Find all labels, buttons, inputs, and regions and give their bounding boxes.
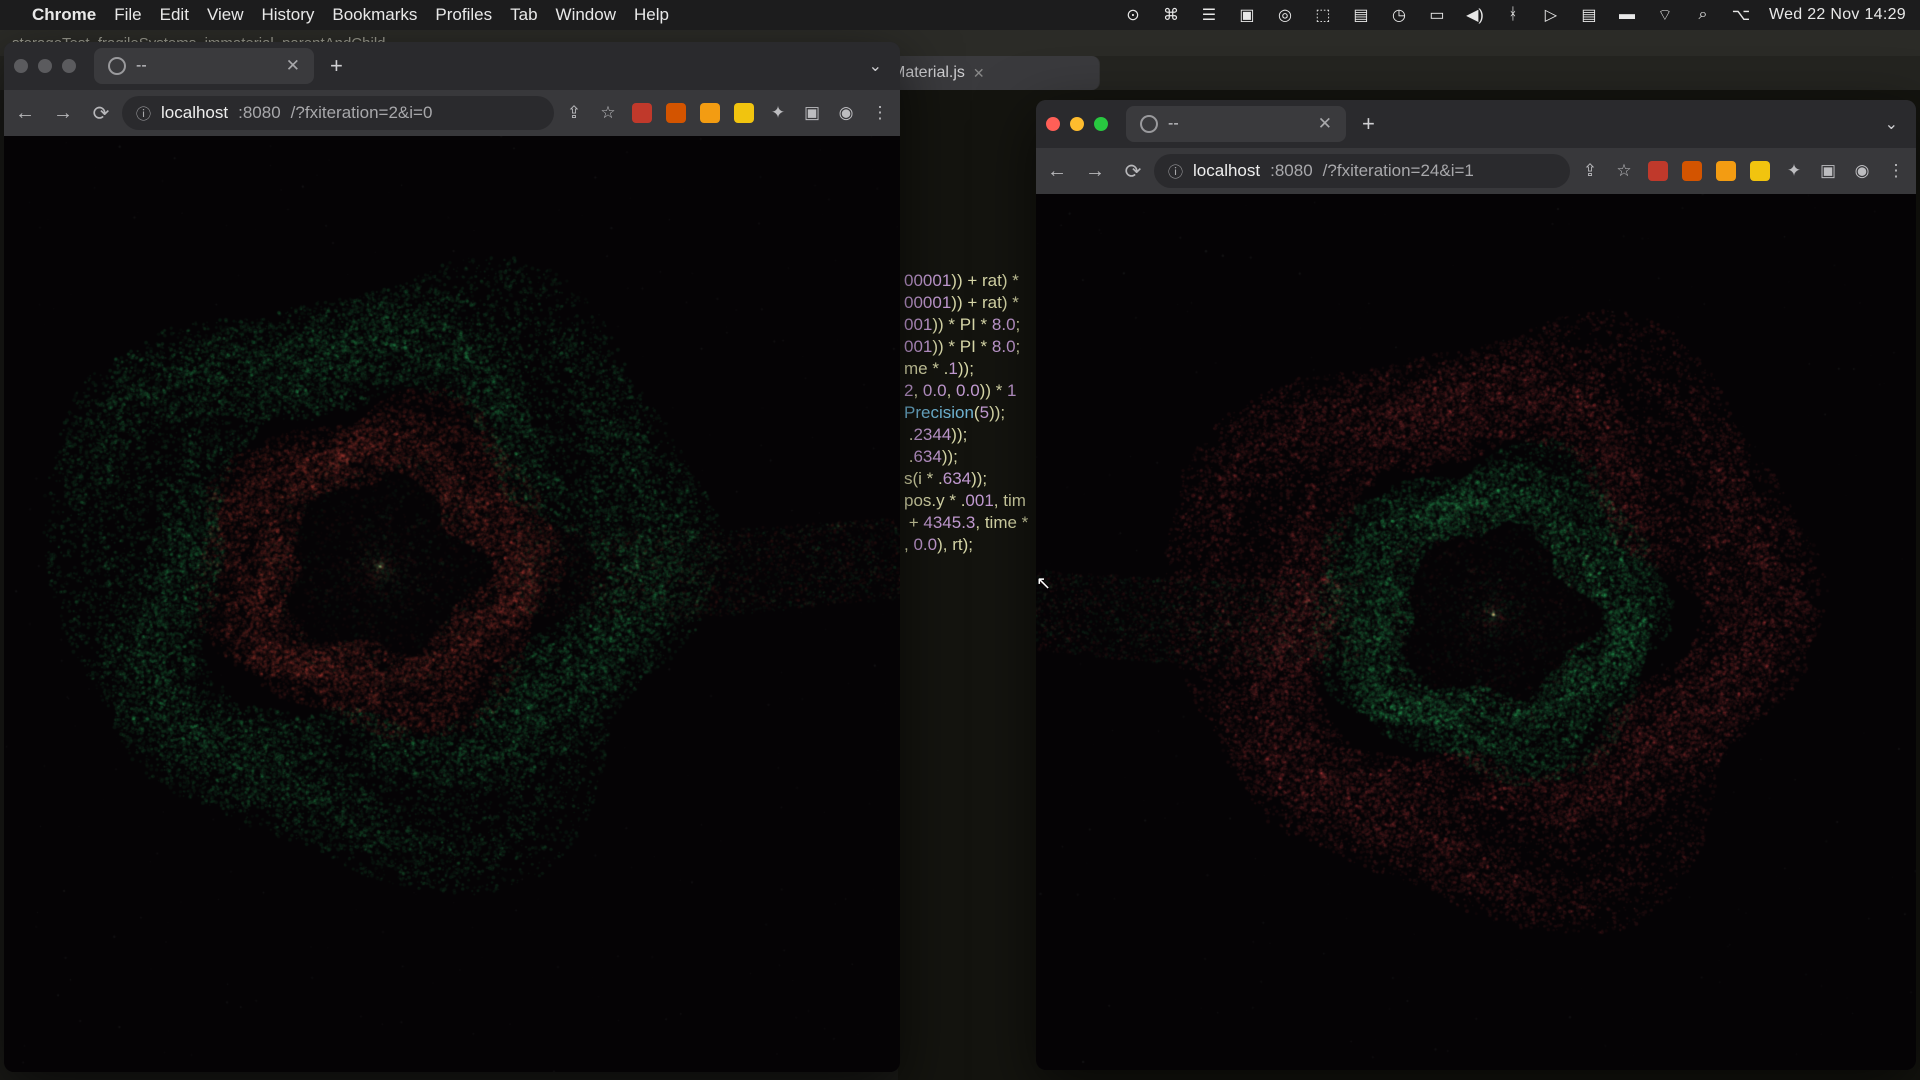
window-minimize[interactable]	[1070, 117, 1084, 131]
control-center-icon[interactable]: ⌥	[1731, 5, 1751, 25]
editor-tab[interactable]: Material.js ✕	[880, 56, 1100, 90]
address-bar[interactable]: ⓘ localhost :8080 /?fxiteration=2&i=0	[122, 96, 554, 130]
window-controls	[14, 59, 76, 73]
favicon-icon	[108, 57, 126, 75]
menu-history[interactable]: History	[261, 5, 314, 25]
url-port: :8080	[238, 103, 281, 123]
bookmark-button[interactable]: ☆	[598, 103, 618, 123]
new-tab-button[interactable]: +	[1354, 111, 1383, 137]
favicon-icon	[1140, 115, 1158, 133]
close-icon[interactable]: ✕	[973, 65, 985, 82]
back-button[interactable]: ←	[1046, 160, 1068, 183]
particle-visualization	[4, 136, 900, 1072]
side-panel-button[interactable]: ▣	[802, 103, 822, 123]
status-icon[interactable]: ☰	[1199, 5, 1219, 25]
window-zoom[interactable]	[1094, 117, 1108, 131]
forward-button[interactable]: →	[1084, 160, 1106, 183]
page-viewport[interactable]	[4, 136, 900, 1072]
tab-strip: -- ✕ + ⌄	[4, 42, 900, 90]
spotlight-icon[interactable]: ⌕	[1693, 6, 1713, 24]
active-app-name[interactable]: Chrome	[32, 5, 96, 25]
url-host: localhost	[1193, 161, 1260, 181]
tab-search-button[interactable]: ⌄	[861, 56, 890, 76]
page-viewport[interactable]	[1036, 194, 1916, 1070]
status-icon[interactable]: ▣	[1237, 5, 1257, 25]
chrome-window-left: -- ✕ + ⌄ ← → ⟳ ⓘ localhost :8080 /?fxitera…	[4, 42, 900, 1072]
reload-button[interactable]: ⟳	[1122, 159, 1144, 184]
menu-bookmarks[interactable]: Bookmarks	[332, 5, 417, 25]
status-icon[interactable]: ⬚	[1313, 5, 1333, 25]
status-icon[interactable]: ⌘	[1161, 5, 1181, 25]
address-bar[interactable]: ⓘ localhost :8080 /?fxiteration=24&i=1	[1154, 154, 1570, 188]
status-icon[interactable]: ⊙	[1123, 5, 1143, 25]
share-button[interactable]: ⇪	[1580, 161, 1600, 181]
tab-strip: -- ✕ + ⌄	[1036, 100, 1916, 148]
url-path: /?fxiteration=2&i=0	[291, 103, 433, 123]
editor-tab-label: Material.js	[892, 64, 965, 82]
url-host: localhost	[161, 103, 228, 123]
site-info-icon[interactable]: ⓘ	[1168, 161, 1183, 182]
calendar-icon[interactable]: ▤	[1579, 5, 1599, 25]
site-info-icon[interactable]: ⓘ	[136, 103, 151, 124]
menu-file[interactable]: File	[114, 5, 141, 25]
extension-icon[interactable]	[1750, 161, 1770, 181]
extension-icon[interactable]	[1716, 161, 1736, 181]
menubar-clock[interactable]: Wed 22 Nov 14:29	[1769, 6, 1906, 24]
extension-icon[interactable]	[1682, 161, 1702, 181]
extension-icon[interactable]	[632, 103, 652, 123]
menu-view[interactable]: View	[207, 5, 244, 25]
tab-title: --	[136, 57, 147, 75]
close-tab-icon[interactable]: ✕	[1318, 114, 1332, 134]
reload-button[interactable]: ⟳	[90, 101, 112, 126]
status-icon[interactable]: ▤	[1351, 5, 1371, 25]
extension-icon[interactable]	[1648, 161, 1668, 181]
forward-button[interactable]: →	[52, 102, 74, 125]
browser-toolbar: ← → ⟳ ⓘ localhost :8080 /?fxiteration=2&i=…	[4, 90, 900, 136]
window-minimize[interactable]	[38, 59, 52, 73]
close-tab-icon[interactable]: ✕	[286, 56, 300, 76]
browser-tab[interactable]: -- ✕	[94, 48, 314, 84]
bookmark-button[interactable]: ☆	[1614, 161, 1634, 181]
menu-tab[interactable]: Tab	[510, 5, 537, 25]
wifi-icon[interactable]: ⌔	[1655, 5, 1675, 25]
menu-edit[interactable]: Edit	[160, 5, 189, 25]
profile-button[interactable]: ◉	[836, 103, 856, 123]
browser-tab[interactable]: -- ✕	[1126, 106, 1346, 142]
window-controls	[1046, 117, 1108, 131]
url-path: /?fxiteration=24&i=1	[1323, 161, 1474, 181]
window-close[interactable]	[1046, 117, 1060, 131]
chrome-window-right: -- ✕ + ⌄ ← → ⟳ ⓘ localhost :8080 /?fxitera…	[1036, 100, 1916, 1070]
bluetooth-icon[interactable]: ᚼ	[1503, 6, 1523, 24]
extensions-button[interactable]: ✦	[768, 103, 788, 123]
profile-button[interactable]: ◉	[1852, 161, 1872, 181]
particle-visualization	[1036, 194, 1916, 1070]
new-tab-button[interactable]: +	[322, 53, 351, 79]
url-port: :8080	[1270, 161, 1313, 181]
extension-icon[interactable]	[666, 103, 686, 123]
side-panel-button[interactable]: ▣	[1818, 161, 1838, 181]
extension-icon[interactable]	[734, 103, 754, 123]
battery-status-icon[interactable]: ▭	[1427, 5, 1447, 25]
macos-menubar: Chrome File Edit View History Bookmarks …	[0, 0, 1920, 30]
window-close[interactable]	[14, 59, 28, 73]
tab-search-button[interactable]: ⌄	[1877, 114, 1906, 134]
browser-toolbar: ← → ⟳ ⓘ localhost :8080 /?fxiteration=24&i…	[1036, 148, 1916, 194]
extensions-button[interactable]: ✦	[1784, 161, 1804, 181]
menu-window[interactable]: Window	[556, 5, 616, 25]
status-icon[interactable]: ◎	[1275, 5, 1295, 25]
battery-icon[interactable]: ▬	[1617, 6, 1637, 24]
menu-help[interactable]: Help	[634, 5, 669, 25]
volume-icon[interactable]: ◀)	[1465, 5, 1485, 25]
share-button[interactable]: ⇪	[564, 103, 584, 123]
window-zoom[interactable]	[62, 59, 76, 73]
extension-icon[interactable]	[700, 103, 720, 123]
tab-title: --	[1168, 115, 1179, 133]
play-icon[interactable]: ▷	[1541, 5, 1561, 25]
chrome-menu-button[interactable]: ⋮	[1886, 161, 1906, 181]
back-button[interactable]: ←	[14, 102, 36, 125]
menu-profiles[interactable]: Profiles	[435, 5, 492, 25]
chrome-menu-button[interactable]: ⋮	[870, 103, 890, 123]
clock-icon[interactable]: ◷	[1389, 5, 1409, 25]
